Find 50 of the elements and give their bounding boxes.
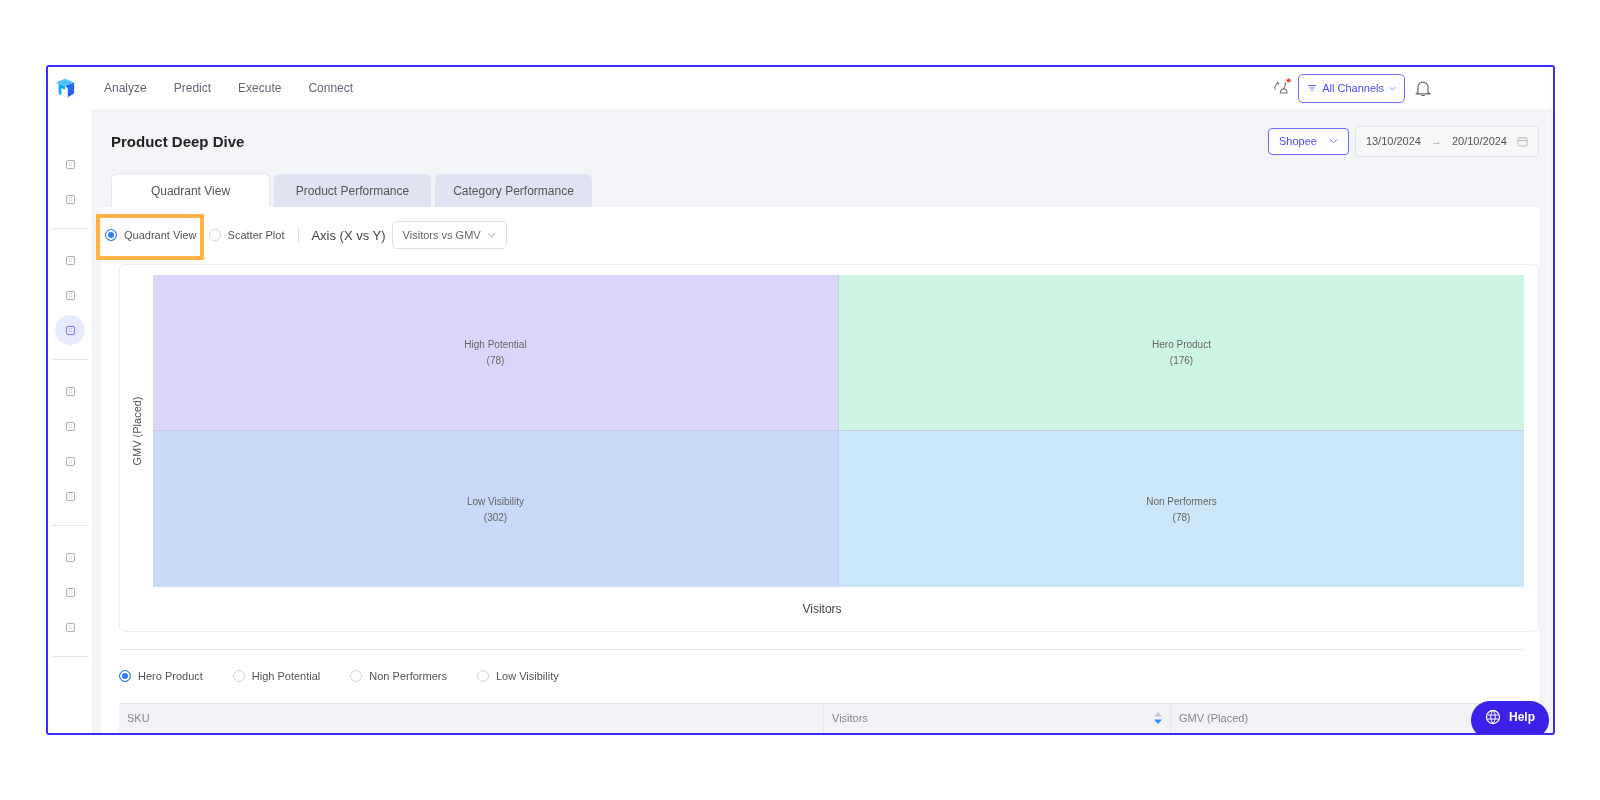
caret-icon bbox=[1389, 85, 1396, 91]
axis-label: Axis (X vs Y) bbox=[311, 227, 386, 243]
quadrant[interactable]: Non Performers (78) bbox=[839, 431, 1524, 587]
grid-icon bbox=[63, 620, 77, 634]
logo-icon bbox=[54, 77, 76, 99]
grid-icon bbox=[63, 489, 77, 503]
quadrant[interactable]: Low Visibility (302) bbox=[153, 431, 838, 587]
grid-icon bbox=[63, 288, 77, 302]
segment-radio[interactable]: Low Visibility bbox=[476, 670, 559, 683]
y-axis-label: GMV (Placed) bbox=[130, 396, 143, 466]
grid-icon bbox=[63, 157, 77, 171]
segment-radio[interactable]: High Potential bbox=[232, 670, 321, 683]
column-header[interactable]: SKU bbox=[119, 703, 824, 733]
sort-icon[interactable] bbox=[1154, 712, 1162, 725]
date-range-field[interactable]: 13/10/2024 → 20/10/2024 bbox=[1354, 125, 1539, 157]
tab[interactable]: Category Performance bbox=[435, 174, 592, 207]
help-button[interactable]: Help bbox=[1471, 701, 1549, 733]
grid-icon bbox=[63, 323, 77, 337]
caret-icon bbox=[486, 232, 496, 239]
segment-radio[interactable]: Hero Product bbox=[119, 670, 203, 683]
segment-radio[interactable]: Non Performers bbox=[350, 670, 447, 683]
grid-icon bbox=[63, 384, 77, 398]
quadrant[interactable]: High Potential (78) bbox=[153, 274, 838, 431]
nav-link[interactable]: Predict bbox=[173, 81, 212, 95]
globe-icon bbox=[1485, 709, 1501, 725]
caret-icon bbox=[1328, 138, 1338, 144]
grid-icon bbox=[63, 192, 77, 206]
grid-icon bbox=[63, 419, 77, 433]
tab[interactable]: Quadrant View bbox=[111, 173, 270, 207]
calendar-icon bbox=[1517, 135, 1528, 147]
filter-icon bbox=[1307, 84, 1318, 92]
grid-icon bbox=[63, 550, 77, 564]
grid-icon bbox=[63, 253, 77, 267]
view-mode-radio[interactable]: Scatter Plot bbox=[208, 229, 285, 242]
nav-link[interactable]: Analyze bbox=[104, 81, 147, 95]
column-header[interactable]: Visitors bbox=[824, 703, 1171, 733]
axis-dropdown[interactable]: Visitors vs GMV bbox=[391, 221, 507, 250]
marketplace-dropdown[interactable]: Shopee bbox=[1267, 127, 1349, 155]
tab[interactable]: Product Performance bbox=[274, 174, 431, 207]
grid-icon bbox=[63, 454, 77, 468]
column-header[interactable]: GMV (Placed) bbox=[1171, 703, 1447, 733]
nav-link[interactable]: Execute bbox=[238, 81, 282, 95]
x-axis-label: Visitors bbox=[802, 601, 842, 616]
quadrant[interactable]: Hero Product (176) bbox=[839, 274, 1524, 431]
grid-icon bbox=[63, 585, 77, 599]
sidebar-item[interactable] bbox=[55, 315, 85, 345]
channel-filter-button[interactable]: All Channels bbox=[1298, 73, 1405, 103]
nav-link[interactable]: Connect bbox=[308, 81, 354, 95]
page-title: Product Deep Dive bbox=[111, 132, 245, 150]
view-mode-radio[interactable]: Quadrant View bbox=[105, 229, 197, 242]
